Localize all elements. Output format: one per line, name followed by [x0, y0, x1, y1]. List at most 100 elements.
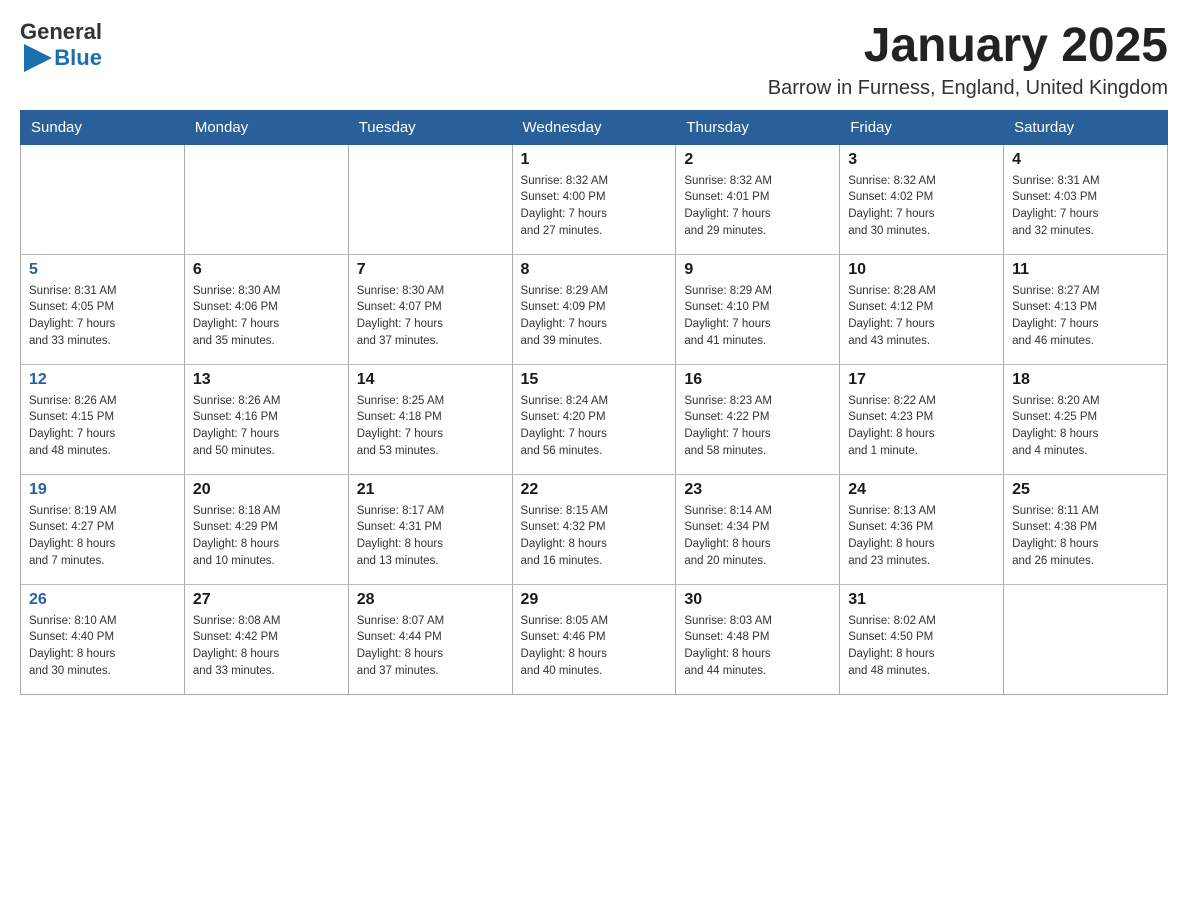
col-header-friday: Friday [840, 110, 1004, 144]
day-info: Sunrise: 8:32 AM Sunset: 4:00 PM Dayligh… [521, 173, 668, 240]
day-number: 3 [848, 151, 995, 169]
calendar-week-row: 12 Sunrise: 8:26 AM Sunset: 4:15 PM Dayli… [21, 364, 1168, 474]
calendar-cell: 1 Sunrise: 8:32 AM Sunset: 4:00 PM Daylig… [512, 144, 676, 254]
day-number: 1 [521, 151, 668, 169]
calendar-cell: 16Sunrise: 8:23 AM Sunset: 4:22 PM Dayli… [676, 364, 840, 474]
day-info: Sunrise: 8:24 AM Sunset: 4:20 PM Dayligh… [521, 393, 668, 460]
day-number: 27 [193, 591, 340, 609]
day-number: 26 [29, 591, 176, 609]
day-number: 6 [193, 261, 340, 279]
day-info: Sunrise: 8:14 AM Sunset: 4:34 PM Dayligh… [684, 503, 831, 570]
col-header-monday: Monday [184, 110, 348, 144]
title-block: January 2025 Barrow in Furness, England,… [768, 20, 1168, 100]
day-info: Sunrise: 8:31 AM Sunset: 4:05 PM Dayligh… [29, 283, 176, 350]
calendar-cell: 31 Sunrise: 8:02 AM Sunset: 4:50 PM Dayli… [840, 584, 1004, 694]
calendar-cell: 21 Sunrise: 8:17 AM Sunset: 4:31 PM Dayli… [348, 474, 512, 584]
calendar-cell [21, 144, 185, 254]
calendar-cell: 24Sunrise: 8:13 AM Sunset: 4:36 PM Dayli… [840, 474, 1004, 584]
calendar-cell: 4Sunrise: 8:31 AM Sunset: 4:03 PM Daylig… [1004, 144, 1168, 254]
col-header-tuesday: Tuesday [348, 110, 512, 144]
day-info: Sunrise: 8:07 AM Sunset: 4:44 PM Dayligh… [357, 613, 504, 680]
day-info: Sunrise: 8:02 AM Sunset: 4:50 PM Dayligh… [848, 613, 995, 680]
day-number: 15 [521, 371, 668, 389]
calendar-cell: 22 Sunrise: 8:15 AM Sunset: 4:32 PM Dayli… [512, 474, 676, 584]
day-info: Sunrise: 8:30 AM Sunset: 4:07 PM Dayligh… [357, 283, 504, 350]
day-info: Sunrise: 8:25 AM Sunset: 4:18 PM Dayligh… [357, 393, 504, 460]
day-info: Sunrise: 8:31 AM Sunset: 4:03 PM Dayligh… [1012, 173, 1159, 240]
calendar-cell: 13 Sunrise: 8:26 AM Sunset: 4:16 PM Dayli… [184, 364, 348, 474]
day-number: 18 [1012, 371, 1159, 389]
day-number: 17 [848, 371, 995, 389]
day-number: 2 [684, 151, 831, 169]
day-number: 13 [193, 371, 340, 389]
calendar-cell: 12 Sunrise: 8:26 AM Sunset: 4:15 PM Dayli… [21, 364, 185, 474]
day-info: Sunrise: 8:03 AM Sunset: 4:48 PM Dayligh… [684, 613, 831, 680]
day-info: Sunrise: 8:29 AM Sunset: 4:09 PM Dayligh… [521, 283, 668, 350]
calendar-cell: 15 Sunrise: 8:24 AM Sunset: 4:20 PM Dayli… [512, 364, 676, 474]
day-number: 10 [848, 261, 995, 279]
calendar-cell: 28Sunrise: 8:07 AM Sunset: 4:44 PM Dayli… [348, 584, 512, 694]
calendar-cell: 27 Sunrise: 8:08 AM Sunset: 4:42 PM Dayli… [184, 584, 348, 694]
calendar-cell: 11Sunrise: 8:27 AM Sunset: 4:13 PM Dayli… [1004, 254, 1168, 364]
calendar-cell: 30 Sunrise: 8:03 AM Sunset: 4:48 PM Dayli… [676, 584, 840, 694]
day-info: Sunrise: 8:20 AM Sunset: 4:25 PM Dayligh… [1012, 393, 1159, 460]
day-number: 11 [1012, 261, 1159, 279]
day-info: Sunrise: 8:26 AM Sunset: 4:15 PM Dayligh… [29, 393, 176, 460]
day-number: 23 [684, 481, 831, 499]
calendar-week-row: 5 Sunrise: 8:31 AM Sunset: 4:05 PM Daylig… [21, 254, 1168, 364]
day-info: Sunrise: 8:22 AM Sunset: 4:23 PM Dayligh… [848, 393, 995, 460]
calendar-cell: 29Sunrise: 8:05 AM Sunset: 4:46 PM Dayli… [512, 584, 676, 694]
day-info: Sunrise: 8:28 AM Sunset: 4:12 PM Dayligh… [848, 283, 995, 350]
day-number: 9 [684, 261, 831, 279]
day-number: 31 [848, 591, 995, 609]
day-info: Sunrise: 8:30 AM Sunset: 4:06 PM Dayligh… [193, 283, 340, 350]
day-number: 12 [29, 371, 176, 389]
calendar-cell: 8 Sunrise: 8:29 AM Sunset: 4:09 PM Daylig… [512, 254, 676, 364]
calendar-week-row: 26 Sunrise: 8:10 AM Sunset: 4:40 PM Dayli… [21, 584, 1168, 694]
day-number: 7 [357, 261, 504, 279]
calendar-cell: 3 Sunrise: 8:32 AM Sunset: 4:02 PM Daylig… [840, 144, 1004, 254]
logo: General Blue [20, 20, 102, 72]
logo-triangle-icon [24, 44, 52, 72]
day-info: Sunrise: 8:19 AM Sunset: 4:27 PM Dayligh… [29, 503, 176, 570]
calendar-cell: 2 Sunrise: 8:32 AM Sunset: 4:01 PM Daylig… [676, 144, 840, 254]
day-number: 5 [29, 261, 176, 279]
day-info: Sunrise: 8:11 AM Sunset: 4:38 PM Dayligh… [1012, 503, 1159, 570]
day-number: 20 [193, 481, 340, 499]
day-number: 25 [1012, 481, 1159, 499]
calendar-cell: 19 Sunrise: 8:19 AM Sunset: 4:27 PM Dayli… [21, 474, 185, 584]
day-info: Sunrise: 8:32 AM Sunset: 4:01 PM Dayligh… [684, 173, 831, 240]
calendar-cell: 23 Sunrise: 8:14 AM Sunset: 4:34 PM Dayli… [676, 474, 840, 584]
calendar-cell: 25 Sunrise: 8:11 AM Sunset: 4:38 PM Dayli… [1004, 474, 1168, 584]
day-info: Sunrise: 8:18 AM Sunset: 4:29 PM Dayligh… [193, 503, 340, 570]
day-info: Sunrise: 8:05 AM Sunset: 4:46 PM Dayligh… [521, 613, 668, 680]
col-header-wednesday: Wednesday [512, 110, 676, 144]
col-header-thursday: Thursday [676, 110, 840, 144]
day-number: 19 [29, 481, 176, 499]
month-title: January 2025 [768, 20, 1168, 73]
calendar-cell: 20 Sunrise: 8:18 AM Sunset: 4:29 PM Dayli… [184, 474, 348, 584]
day-number: 22 [521, 481, 668, 499]
day-info: Sunrise: 8:32 AM Sunset: 4:02 PM Dayligh… [848, 173, 995, 240]
calendar-cell: 26 Sunrise: 8:10 AM Sunset: 4:40 PM Dayli… [21, 584, 185, 694]
calendar-cell: 17 Sunrise: 8:22 AM Sunset: 4:23 PM Dayli… [840, 364, 1004, 474]
calendar-cell: 9Sunrise: 8:29 AM Sunset: 4:10 PM Daylig… [676, 254, 840, 364]
day-number: 30 [684, 591, 831, 609]
logo-general: General [20, 20, 102, 44]
calendar-cell: 10 Sunrise: 8:28 AM Sunset: 4:12 PM Dayli… [840, 254, 1004, 364]
day-number: 8 [521, 261, 668, 279]
col-header-sunday: Sunday [21, 110, 185, 144]
day-number: 21 [357, 481, 504, 499]
day-number: 24 [848, 481, 995, 499]
day-info: Sunrise: 8:15 AM Sunset: 4:32 PM Dayligh… [521, 503, 668, 570]
day-info: Sunrise: 8:10 AM Sunset: 4:40 PM Dayligh… [29, 613, 176, 680]
calendar-table: SundayMondayTuesdayWednesdayThursdayFrid… [20, 110, 1168, 695]
calendar-cell [184, 144, 348, 254]
calendar-cell: 6 Sunrise: 8:30 AM Sunset: 4:06 PM Daylig… [184, 254, 348, 364]
day-info: Sunrise: 8:08 AM Sunset: 4:42 PM Dayligh… [193, 613, 340, 680]
day-info: Sunrise: 8:17 AM Sunset: 4:31 PM Dayligh… [357, 503, 504, 570]
logo-blue: Blue [54, 46, 102, 70]
calendar-cell: 7 Sunrise: 8:30 AM Sunset: 4:07 PM Daylig… [348, 254, 512, 364]
day-info: Sunrise: 8:26 AM Sunset: 4:16 PM Dayligh… [193, 393, 340, 460]
day-info: Sunrise: 8:23 AM Sunset: 4:22 PM Dayligh… [684, 393, 831, 460]
